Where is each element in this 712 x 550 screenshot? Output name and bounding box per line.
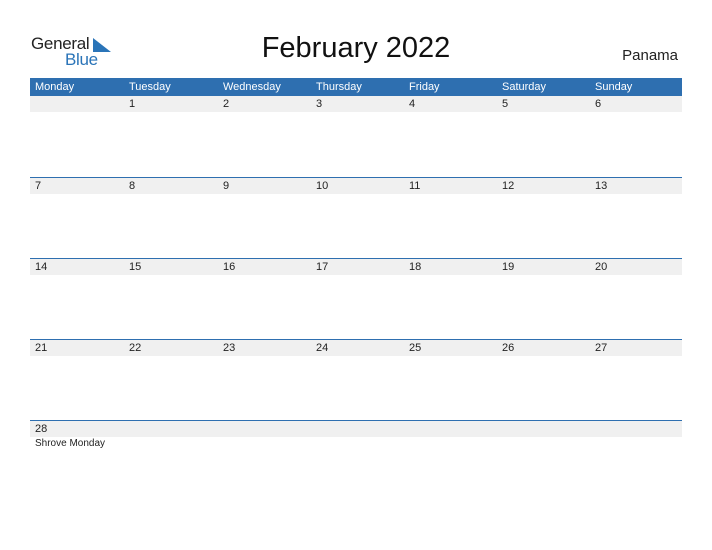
holiday-event bbox=[124, 437, 218, 451]
holiday-event: Shrove Monday bbox=[35, 438, 106, 449]
calendar-title: February 2022 bbox=[261, 32, 451, 64]
day-number-strip: 14 15 16 17 18 19 20 bbox=[30, 259, 682, 275]
week-row: 14 15 16 17 18 19 20 bbox=[30, 258, 682, 340]
holiday-event bbox=[497, 437, 590, 451]
day-number: 18 bbox=[409, 261, 422, 273]
day-number: 23 bbox=[223, 342, 236, 354]
day-number: 26 bbox=[502, 342, 515, 354]
day-number: 27 bbox=[595, 342, 608, 354]
day-number-strip: 28 bbox=[30, 421, 682, 437]
day-number: 12 bbox=[502, 180, 515, 192]
day-number: 22 bbox=[129, 342, 142, 354]
day-number: 20 bbox=[595, 261, 608, 273]
weekday-sunday: Sunday bbox=[595, 81, 633, 93]
day-number: 11 bbox=[409, 180, 421, 192]
day-number: 24 bbox=[316, 342, 329, 354]
day-number: 1 bbox=[129, 98, 136, 110]
week-row: 28 Shrove Monday bbox=[30, 420, 682, 502]
holiday-event bbox=[218, 437, 311, 451]
holiday-event bbox=[311, 437, 404, 451]
day-number: 25 bbox=[409, 342, 422, 354]
day-number: 9 bbox=[223, 180, 230, 192]
day-number bbox=[590, 421, 682, 437]
weekday-friday: Friday bbox=[409, 81, 440, 93]
day-number-strip: 21 22 23 24 25 26 27 bbox=[30, 340, 682, 356]
weekday-wednesday: Wednesday bbox=[223, 81, 281, 93]
day-number bbox=[124, 421, 218, 437]
weekday-monday: Monday bbox=[35, 81, 75, 93]
day-number: 10 bbox=[316, 180, 329, 192]
day-number: 19 bbox=[502, 261, 515, 273]
day-number: 2 bbox=[223, 98, 230, 110]
day-number: 5 bbox=[502, 98, 509, 110]
day-number: 21 bbox=[35, 342, 48, 354]
weekday-tuesday: Tuesday bbox=[129, 81, 171, 93]
day-number: 17 bbox=[316, 261, 329, 273]
holiday-event bbox=[590, 437, 682, 451]
day-number: 13 bbox=[595, 180, 608, 192]
day-number: 8 bbox=[129, 180, 136, 192]
events-row: Shrove Monday bbox=[30, 437, 682, 451]
day-number bbox=[497, 421, 590, 437]
day-number: 14 bbox=[35, 261, 48, 273]
week-row: 21 22 23 24 25 26 27 bbox=[30, 339, 682, 421]
weekday-header: Monday Tuesday Wednesday Thursday Friday… bbox=[30, 78, 682, 96]
week-row: 1 2 3 4 5 6 bbox=[30, 96, 682, 177]
day-number: 3 bbox=[316, 98, 323, 110]
day-number-strip: 1 2 3 4 5 6 bbox=[30, 96, 682, 112]
day-number: 7 bbox=[35, 180, 42, 192]
week-row: 7 8 9 10 11 12 13 bbox=[30, 177, 682, 259]
holiday-event bbox=[404, 437, 497, 451]
day-number: 16 bbox=[223, 261, 236, 273]
day-number bbox=[30, 96, 124, 112]
day-number bbox=[404, 421, 497, 437]
weekday-thursday: Thursday bbox=[316, 81, 362, 93]
day-number: 4 bbox=[409, 98, 416, 110]
day-number bbox=[311, 421, 404, 437]
day-number: 15 bbox=[129, 261, 142, 273]
day-number-strip: 7 8 9 10 11 12 13 bbox=[30, 178, 682, 194]
day-number bbox=[218, 421, 311, 437]
country-label: Panama bbox=[622, 47, 678, 64]
weekday-saturday: Saturday bbox=[502, 81, 547, 93]
day-number: 6 bbox=[595, 98, 602, 110]
day-number: 28 bbox=[35, 423, 48, 435]
